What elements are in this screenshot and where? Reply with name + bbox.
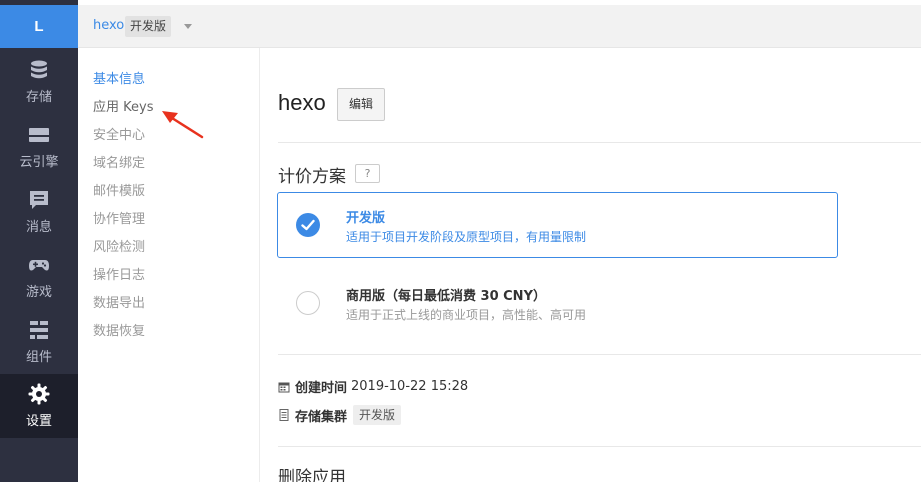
- created-time-row: 创建时间 2019-10-22 15:28: [278, 377, 468, 396]
- radio-checked[interactable]: [296, 213, 320, 237]
- subnav-security[interactable]: 安全中心: [93, 124, 145, 143]
- delete-app-title: 删除应用: [278, 468, 346, 482]
- nav-label: 消息: [25, 220, 52, 235]
- gear-icon: [28, 383, 50, 405]
- nav-label: 云引擎: [19, 155, 59, 170]
- components-icon: [30, 321, 48, 339]
- app-plan-badge: 开发版: [125, 16, 172, 37]
- storage-cluster-label: 存储集群: [295, 409, 348, 425]
- nav-label: 设置: [25, 414, 52, 429]
- subnav-email-templates[interactable]: 邮件模版: [93, 180, 145, 199]
- created-time-label: 创建时间: [295, 381, 348, 396]
- file-icon: [279, 409, 289, 421]
- plan-name: 开发版: [346, 211, 386, 226]
- subnav-risk-detection[interactable]: 风险检测: [93, 236, 145, 255]
- plan-name: 商用版（每日最低消费 30 CNY）: [346, 289, 546, 304]
- radio-unchecked[interactable]: [296, 291, 320, 315]
- nav-cloud-engine[interactable]: 云引擎: [0, 115, 78, 179]
- plan-option-dev[interactable]: 开发版 适用于项目开发阶段及原型项目，有用量限制: [277, 192, 838, 258]
- nav-components[interactable]: 组件: [0, 310, 78, 374]
- nav-label: 存储: [25, 90, 52, 105]
- database-icon: [31, 60, 47, 79]
- pricing-title: 计价方案: [278, 167, 346, 187]
- created-time-value: 2019-10-22 15:28: [351, 379, 469, 394]
- plan-desc: 适用于正式上线的商业项目，高性能、高可用: [346, 308, 587, 322]
- top-bar: hexo 开发版: [78, 5, 921, 48]
- divider: [278, 142, 921, 143]
- divider: [278, 446, 921, 447]
- nav-storage[interactable]: 存储: [0, 50, 78, 114]
- chevron-down-icon[interactable]: [184, 24, 192, 29]
- nav-messages[interactable]: 消息: [0, 180, 78, 244]
- storage-cluster-badge: 开发版: [353, 405, 402, 425]
- subnav-operation-log[interactable]: 操作日志: [93, 264, 145, 283]
- app-switcher-name[interactable]: hexo: [93, 18, 124, 33]
- subnav-data-restore[interactable]: 数据恢复: [93, 320, 145, 339]
- subnav-domain-binding[interactable]: 域名绑定: [93, 152, 145, 171]
- app-logo[interactable]: L: [0, 5, 78, 48]
- check-icon: [301, 219, 315, 231]
- app-title: hexo: [278, 90, 326, 115]
- subnav-basic-info[interactable]: 基本信息: [93, 68, 145, 87]
- subnav-collaboration[interactable]: 协作管理: [93, 208, 145, 227]
- main-sidebar: L 存储 云引擎 消息 游戏 组件 设置: [0, 0, 78, 482]
- edit-button[interactable]: 编辑: [337, 88, 386, 121]
- plan-desc: 适用于项目开发阶段及原型项目，有用量限制: [346, 230, 587, 244]
- subnav-app-keys[interactable]: 应用 Keys: [93, 96, 153, 115]
- pricing-help-button[interactable]: ?: [355, 164, 380, 183]
- divider: [278, 354, 921, 355]
- annotation-arrow-icon: [162, 111, 204, 139]
- main-content: hexo 编辑 计价方案 ? 开发版 适用于项目开发阶段及原型项目，有用量限制 …: [261, 48, 921, 482]
- storage-cluster-row: 存储集群 开发版: [278, 405, 402, 425]
- gamepad-icon: [29, 260, 49, 271]
- nav-settings[interactable]: 设置: [0, 374, 78, 438]
- server-icon: [29, 128, 49, 142]
- subnav-data-export[interactable]: 数据导出: [93, 292, 145, 311]
- nav-label: 游戏: [25, 285, 52, 300]
- plan-option-commercial[interactable]: 商用版（每日最低消费 30 CNY） 适用于正式上线的商业项目，高性能、高可用: [277, 270, 838, 336]
- calendar-icon: [278, 382, 290, 392]
- message-icon: [30, 191, 48, 209]
- nav-label: 组件: [25, 350, 52, 365]
- nav-games[interactable]: 游戏: [0, 245, 78, 309]
